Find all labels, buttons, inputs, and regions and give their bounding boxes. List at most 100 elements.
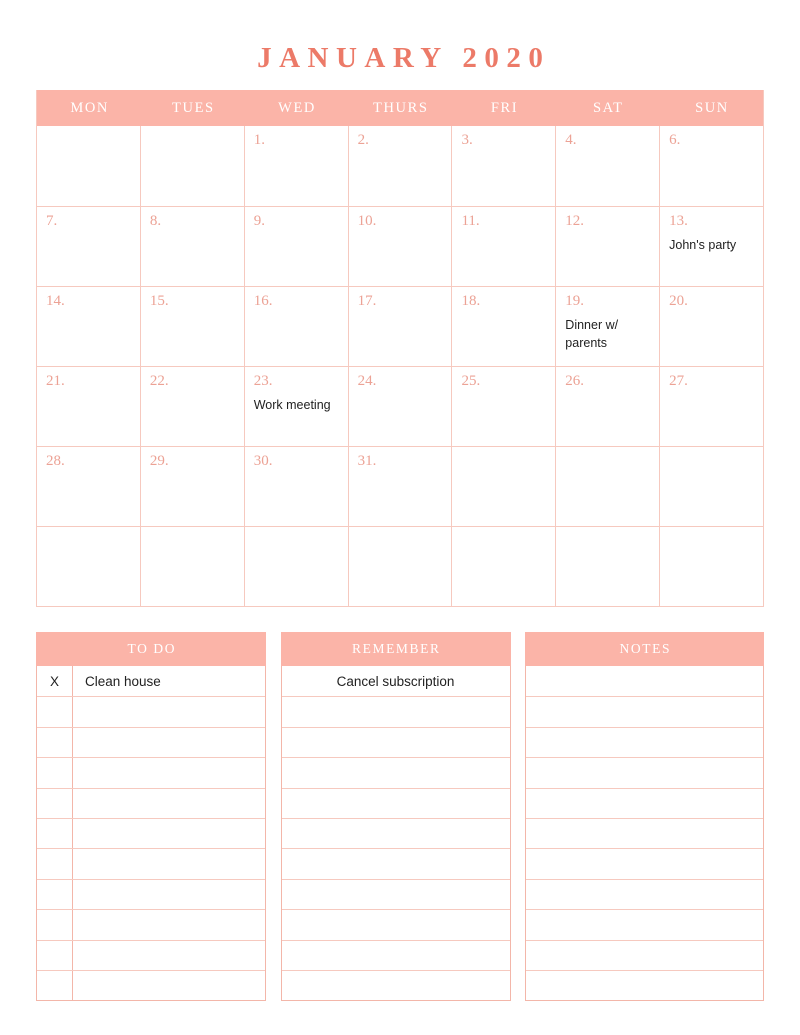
calendar-day-cell[interactable]: 11. (451, 207, 555, 286)
calendar-day-cell[interactable]: 6. (659, 126, 763, 206)
notes-row (526, 848, 763, 878)
calendar-empty-cell[interactable] (139, 527, 244, 606)
calendar-weeks: 1. 2. 3. 4. 6. 7. 8. 9. 10. 11. 12. 13. John's party… (37, 126, 763, 606)
calendar-empty-cell[interactable] (555, 447, 659, 526)
calendar-day-cell[interactable]: 12. (555, 207, 659, 286)
weekday-mon: MON (70, 99, 109, 116)
todo-panel: TO DO X Clean house (36, 632, 266, 1002)
calendar-empty-cell[interactable] (139, 126, 244, 206)
remember-row (281, 817, 510, 848)
todo-checkbox[interactable] (37, 849, 73, 879)
todo-row (37, 757, 265, 788)
day-number: 23. (253, 373, 273, 389)
todo-checkbox[interactable] (37, 879, 73, 910)
calendar-empty-cell[interactable] (659, 527, 763, 606)
day-number (150, 133, 235, 151)
day-event-text[interactable]: Work meeting (254, 396, 339, 414)
notes-row (526, 878, 763, 909)
day-number (46, 534, 131, 552)
calendar-day-cell[interactable]: 19. Dinner w/ parents (555, 287, 659, 366)
todo-checkbox[interactable] (37, 940, 73, 970)
day-number (358, 534, 443, 552)
notes-row (526, 909, 763, 939)
day-number (150, 534, 235, 552)
remember-text[interactable]: Cancel subscription (282, 674, 510, 689)
calendar-day-cell[interactable]: 3. (451, 126, 555, 206)
day-number: 18. (461, 293, 481, 309)
day-event-text[interactable]: Dinner w/ parents (565, 316, 650, 352)
calendar-day-cell[interactable]: 22. (139, 367, 244, 446)
calendar-day-cell[interactable]: 26. (555, 367, 659, 446)
calendar-day-cell[interactable]: 25. (451, 367, 555, 446)
calendar-day-cell[interactable]: 14. (37, 287, 140, 366)
calendar-day-cell[interactable]: 23. Work meeting (243, 367, 348, 446)
calendar-day-cell[interactable]: 16. (243, 287, 348, 366)
todo-row (37, 848, 265, 879)
day-number: 10. (357, 213, 377, 229)
calendar-empty-cell[interactable] (37, 126, 140, 206)
calendar-empty-cell[interactable] (451, 527, 555, 606)
calendar-day-cell[interactable]: 21. (37, 367, 140, 446)
day-number: 8. (149, 213, 162, 229)
todo-row (37, 909, 265, 940)
calendar-day-cell[interactable]: 20. (659, 287, 763, 366)
calendar-day-cell[interactable]: 29. (139, 447, 244, 526)
calendar-day-cell[interactable]: 10. (347, 207, 452, 286)
calendar-day-cell[interactable]: 8. (139, 207, 244, 286)
remember-row: Cancel subscription (282, 666, 510, 696)
calendar-day-cell[interactable]: 30. (243, 447, 348, 526)
todo-checkbox[interactable] (37, 818, 73, 849)
notes-row (526, 969, 763, 1000)
day-number (669, 454, 754, 472)
todo-checkbox[interactable] (37, 788, 73, 818)
todo-heading: TO DO (36, 632, 266, 666)
remember-row (281, 878, 510, 909)
calendar-day-cell[interactable]: 15. (139, 287, 244, 366)
calendar-day-cell[interactable]: 2. (347, 126, 452, 206)
day-number: 22. (149, 373, 169, 389)
calendar-day-cell[interactable]: 27. (659, 367, 763, 446)
calendar-day-cell[interactable]: 9. (243, 207, 348, 286)
todo-checkbox[interactable] (37, 970, 73, 1001)
calendar-empty-cell[interactable] (555, 527, 659, 606)
calendar-day-cell[interactable]: 17. (347, 287, 452, 366)
calendar-empty-cell[interactable] (347, 527, 452, 606)
remember-row (281, 726, 510, 757)
todo-row (37, 726, 265, 758)
todo-checkbox[interactable]: X (37, 666, 73, 697)
day-number: 9. (253, 213, 265, 229)
calendar-empty-cell[interactable] (659, 447, 763, 526)
calendar-week-row: 21. 22. 23. Work meeting 24. 25. 26. 27. (37, 366, 763, 446)
notes-row (526, 726, 763, 757)
calendar-day-cell[interactable]: 13. John's party (659, 207, 763, 286)
todo-checkbox[interactable] (37, 697, 73, 727)
calendar-day-cell[interactable]: 4. (555, 126, 659, 206)
calendar-empty-cell[interactable] (37, 527, 140, 606)
day-event-text[interactable]: John's party (669, 236, 754, 254)
remember-row (281, 787, 510, 818)
todo-checkbox[interactable] (37, 910, 73, 940)
day-number: 3. (461, 132, 473, 148)
calendar-week-row: 7. 8. 9. 10. 11. 12. 13. John's party (37, 206, 763, 286)
calendar-day-cell[interactable]: 24. (347, 367, 452, 446)
day-number: 11. (461, 213, 480, 229)
calendar-day-cell[interactable]: 7. (37, 207, 140, 286)
todo-checkbox[interactable] (37, 727, 73, 758)
day-number: 4. (565, 132, 577, 148)
calendar-empty-cell[interactable] (243, 527, 348, 606)
calendar-week-row: 14. 15. 16. 17. 18. 19. Dinner w/ parents 20. (37, 286, 763, 366)
calendar-day-cell[interactable]: 28. (37, 447, 140, 526)
calendar-day-cell[interactable]: 1. (243, 126, 348, 206)
calendar-empty-cell[interactable] (451, 447, 555, 526)
day-number: 2. (357, 132, 369, 148)
todo-task-text[interactable]: Clean house (73, 674, 265, 689)
day-number (565, 534, 650, 552)
calendar-week-row: 1. 2. 3. 4. 6. (37, 126, 763, 206)
todo-checkbox[interactable] (37, 758, 73, 788)
calendar-day-cell[interactable]: 31. (347, 447, 452, 526)
todo-row (37, 817, 265, 849)
day-number: 13. (669, 213, 688, 229)
day-number (461, 454, 546, 472)
day-number: 1. (253, 132, 265, 148)
calendar-day-cell[interactable]: 18. (451, 287, 555, 366)
